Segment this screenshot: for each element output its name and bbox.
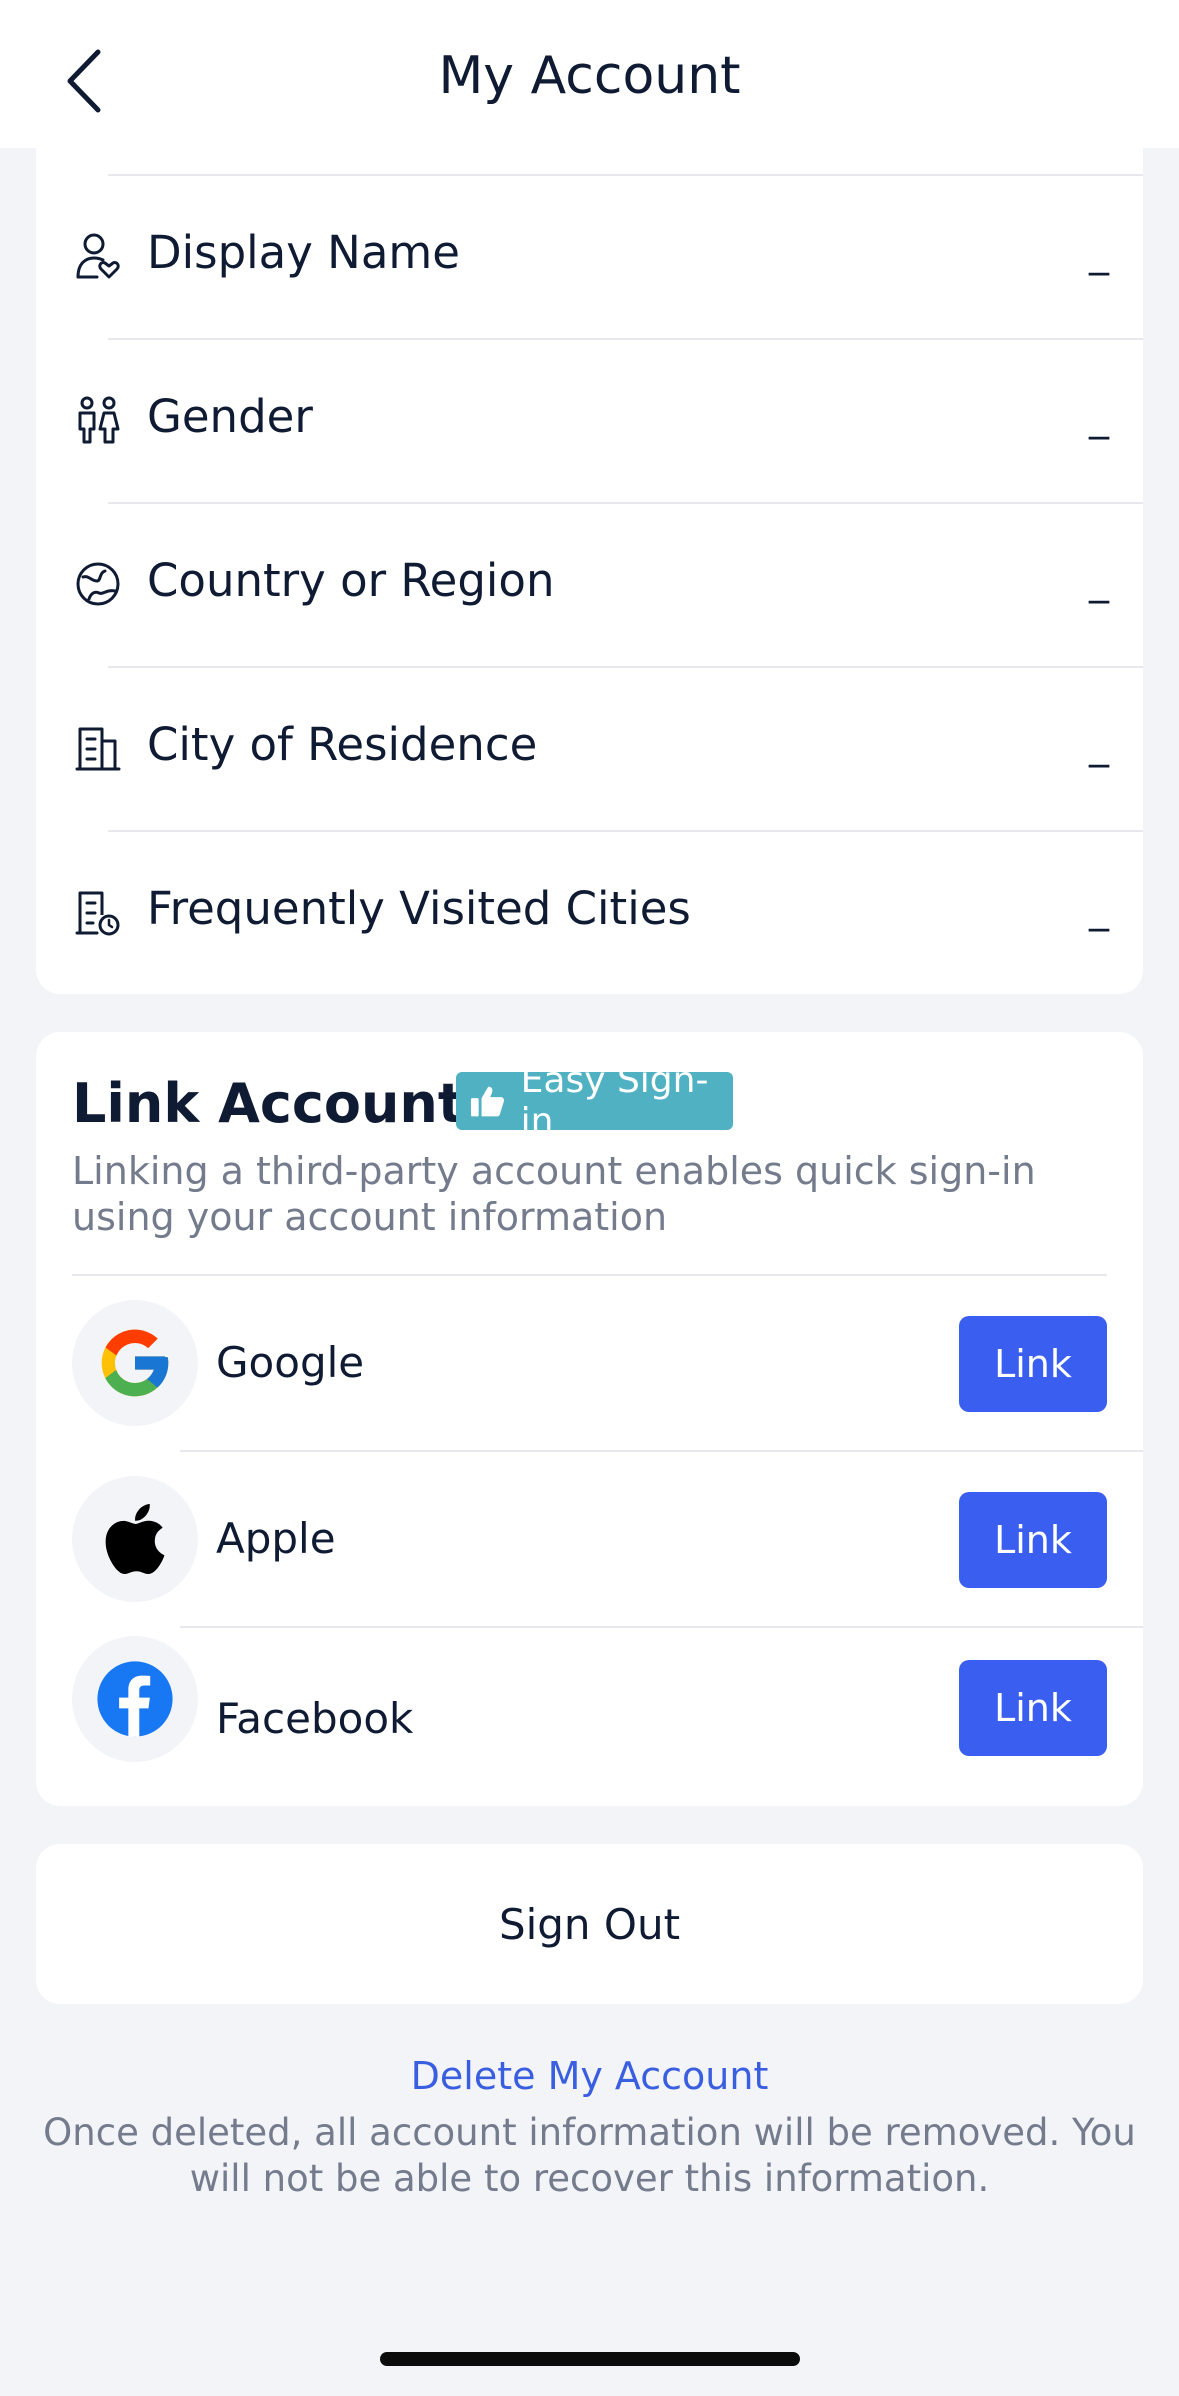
country-region-row[interactable]: Country or Region _	[36, 502, 1143, 666]
row-value: _	[1089, 722, 1109, 768]
apple-link-row: Apple Link	[36, 1452, 1143, 1628]
row-divider	[108, 338, 1143, 340]
link-accounts-title: Link Accounts	[72, 1072, 496, 1135]
row-value: _	[1089, 230, 1109, 276]
google-logo	[72, 1300, 198, 1426]
apple-icon	[105, 1504, 165, 1574]
provider-name: Google	[216, 1338, 365, 1387]
link-accounts-description: Linking a third-party account enables qu…	[72, 1149, 1036, 1239]
row-label: City of Residence	[147, 718, 538, 771]
link-accounts-card: Link Accounts Easy Sign-in Linking a thi…	[36, 1032, 1143, 1806]
facebook-logo	[72, 1636, 198, 1762]
gender-row[interactable]: Gender _	[36, 338, 1143, 502]
row-divider	[108, 666, 1143, 668]
link-facebook-button[interactable]: Link	[959, 1660, 1107, 1756]
delete-account-note: Once deleted, all account information wi…	[43, 2111, 1136, 2200]
user-heart-icon	[74, 230, 122, 282]
row-label: Display Name	[147, 226, 460, 279]
display-name-row[interactable]: Display Name _	[36, 174, 1143, 338]
provider-name: Apple	[216, 1514, 336, 1563]
delete-account-link[interactable]: Delete My Account	[0, 2054, 1179, 2098]
home-indicator	[380, 2352, 800, 2366]
building-clock-icon	[74, 886, 122, 938]
row-divider	[108, 174, 1143, 176]
city-of-residence-row[interactable]: City of Residence _	[36, 666, 1143, 830]
provider-name: Facebook	[216, 1694, 414, 1743]
globe-icon	[74, 558, 122, 610]
row-value: _	[1089, 558, 1109, 604]
row-value: _	[1089, 394, 1109, 440]
facebook-icon	[97, 1661, 173, 1737]
facebook-link-row: Facebook Link	[36, 1628, 1143, 1804]
apple-logo	[72, 1476, 198, 1602]
link-apple-button[interactable]: Link	[959, 1492, 1107, 1588]
row-divider	[108, 830, 1143, 832]
link-google-button[interactable]: Link	[959, 1316, 1107, 1412]
google-icon	[101, 1329, 169, 1397]
page-title: My Account	[438, 46, 741, 106]
top-nav-bar: My Account	[0, 0, 1179, 148]
row-label: Country or Region	[147, 554, 555, 607]
easy-sign-in-badge: Easy Sign-in	[456, 1060, 733, 1142]
building-icon	[74, 722, 122, 774]
sign-out-button[interactable]: Sign Out	[36, 1844, 1143, 2004]
profile-info-card: Display Name _ Gender _ Country or Regio…	[36, 120, 1143, 994]
badge-label: Easy Sign-in	[520, 1060, 709, 1142]
gender-icon	[74, 394, 122, 446]
frequent-cities-row[interactable]: Frequently Visited Cities _	[36, 830, 1143, 994]
thumbs-up-icon	[470, 1086, 505, 1117]
row-label: Gender	[147, 390, 313, 443]
row-label: Frequently Visited Cities	[147, 882, 691, 935]
row-divider	[108, 502, 1143, 504]
google-link-row: Google Link	[36, 1276, 1143, 1452]
row-value: _	[1089, 886, 1109, 932]
